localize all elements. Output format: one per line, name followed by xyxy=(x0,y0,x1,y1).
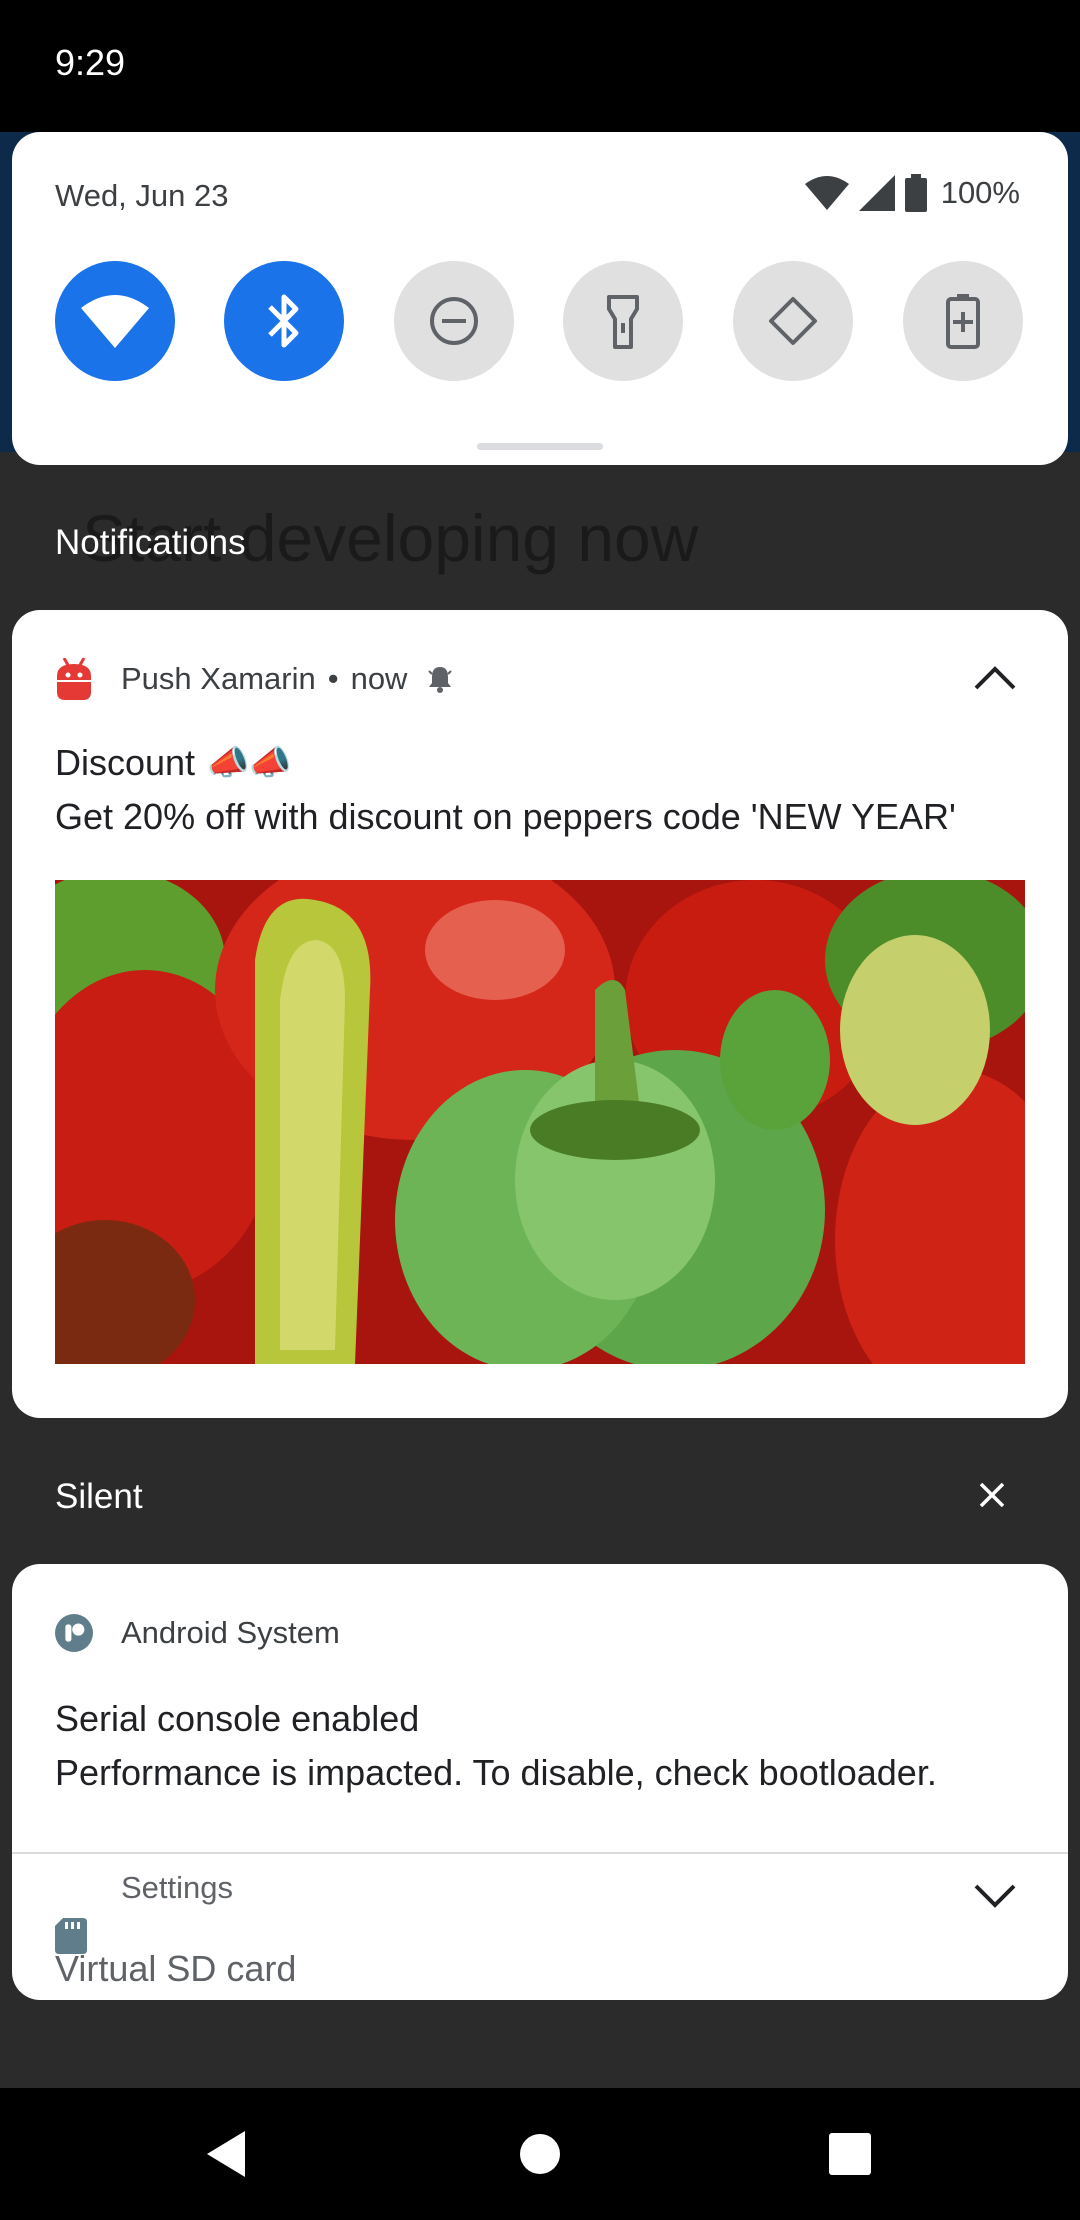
back-button[interactable] xyxy=(187,2118,267,2190)
battery-saver-icon xyxy=(946,294,980,349)
push-time: now xyxy=(350,661,408,696)
push-app-name: Push Xamarin xyxy=(121,661,316,696)
clear-silent-button[interactable] xyxy=(970,1473,1014,1517)
chevron-down-icon xyxy=(974,1884,1016,1908)
android-app-icon xyxy=(55,658,93,700)
battery-saver-tile[interactable] xyxy=(903,261,1023,381)
push-notification-card[interactable]: Push Xamarin • now Discount 📣📣 Get 20% o… xyxy=(12,610,1068,1418)
do-not-disturb-tile[interactable] xyxy=(394,261,514,381)
home-button[interactable] xyxy=(500,2118,580,2190)
push-notification-title: Discount xyxy=(55,742,196,783)
recents-icon xyxy=(829,2133,871,2175)
serial-console-title: Serial console enabled xyxy=(55,1698,420,1739)
notifications-section-title: Notifications xyxy=(55,523,246,562)
push-notification-title-row: Discount 📣📣 xyxy=(55,742,292,784)
virtual-sd-card-title: Virtual SD card xyxy=(55,1948,297,1989)
quick-settings-panel: Wed, Jun 23 100% xyxy=(12,132,1068,465)
quick-settings-date[interactable]: Wed, Jun 23 xyxy=(55,178,228,214)
header-separator: • xyxy=(327,661,339,696)
settings-app-name: Settings xyxy=(121,1870,234,1905)
peppers-image xyxy=(55,880,1025,1364)
android-system-icon xyxy=(55,1612,93,1654)
silent-notifications-card: Android System Serial console enabled Pe… xyxy=(12,1564,1068,2000)
wifi-icon xyxy=(81,295,149,348)
push-notification-text: Get 20% off with discount on peppers cod… xyxy=(55,796,956,837)
bluetooth-tile[interactable] xyxy=(224,261,344,381)
quick-settings-status: 100% xyxy=(804,174,1020,212)
silent-section-title: Silent xyxy=(55,1477,143,1516)
auto-rotate-tile[interactable] xyxy=(733,261,853,381)
megaphone-emoji: 📣📣 xyxy=(207,744,292,782)
back-icon xyxy=(207,2131,245,2177)
do-not-disturb-icon xyxy=(430,297,478,345)
alerting-bell-icon xyxy=(428,667,453,693)
battery-percentage: 100% xyxy=(940,175,1020,210)
status-time: 9:29 xyxy=(55,42,126,83)
quick-settings-tiles xyxy=(55,261,1023,381)
flashlight-tile[interactable] xyxy=(563,261,683,381)
collapse-button[interactable] xyxy=(965,648,1025,708)
serial-console-text: Performance is impacted. To disable, che… xyxy=(55,1752,937,1793)
settings-notification[interactable]: Settings Virtual SD card xyxy=(12,1854,1068,2000)
flashlight-icon xyxy=(607,295,639,349)
push-notification-header: Push Xamarin • now xyxy=(55,658,453,700)
wifi-tile[interactable] xyxy=(55,261,175,381)
home-icon xyxy=(520,2134,560,2174)
recents-button[interactable] xyxy=(810,2118,890,2190)
close-icon xyxy=(979,1482,1005,1508)
wifi-status-icon xyxy=(804,176,849,210)
chevron-up-icon xyxy=(974,666,1016,690)
android-system-notification[interactable]: Android System Serial console enabled Pe… xyxy=(12,1564,1068,1852)
navigation-bar xyxy=(0,2088,1080,2220)
android-system-app-name: Android System xyxy=(121,1615,340,1650)
signal-status-icon xyxy=(858,175,895,211)
auto-rotate-icon xyxy=(769,297,817,345)
quick-settings-drag-handle[interactable] xyxy=(477,443,603,450)
battery-status-icon xyxy=(904,174,927,212)
status-bar: 9:29 xyxy=(0,0,1080,132)
expand-button[interactable] xyxy=(965,1866,1025,1926)
bluetooth-icon xyxy=(268,294,299,348)
android-system-header: Android System xyxy=(55,1612,340,1654)
